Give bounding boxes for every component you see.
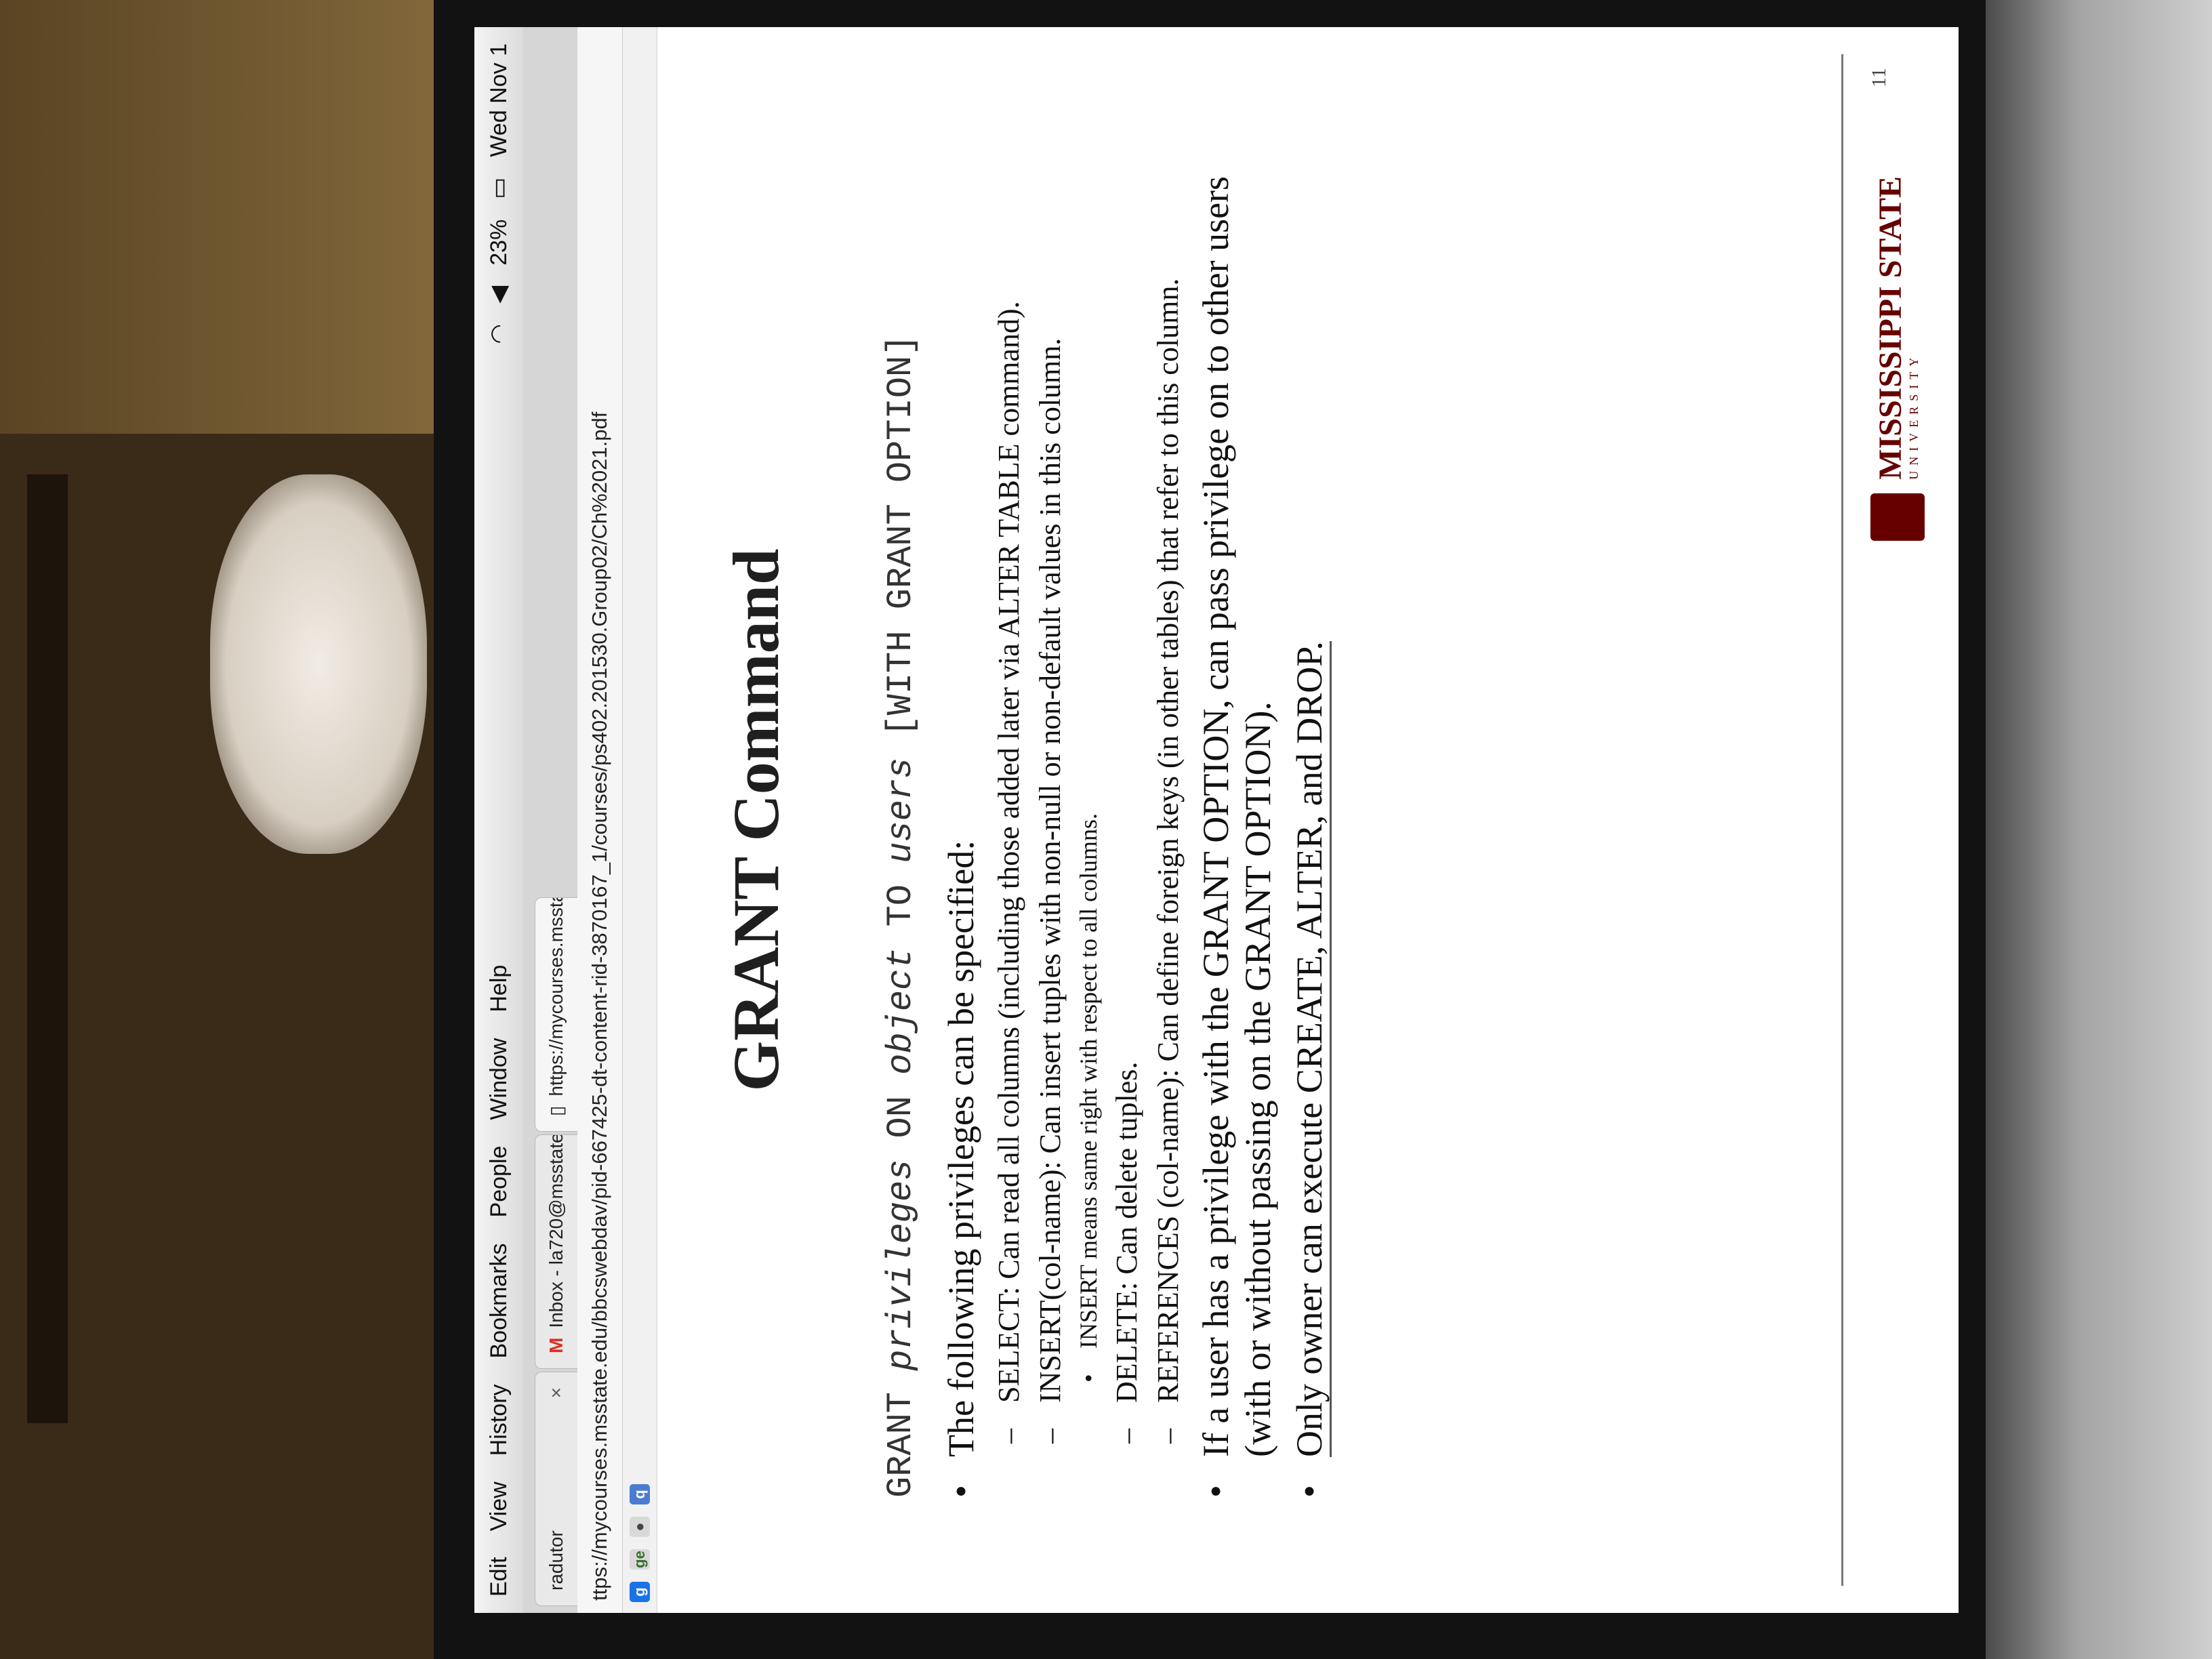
tab-label: https://mycourses.msstate (546, 897, 567, 1097)
menu-view[interactable]: View (486, 1481, 512, 1531)
address-bar[interactable]: ttps://mycourses.msstate.edu/bbcswebdav/… (577, 27, 623, 1613)
page-number: 11 (1868, 68, 1890, 87)
syntax-object: object (881, 947, 921, 1075)
bookmark-g-icon[interactable]: g (630, 1582, 650, 1602)
tab-inbox[interactable]: M Inbox - la720@msstate.ed × (535, 1134, 577, 1369)
tab-tradutor[interactable]: radutor × (535, 1372, 577, 1606)
laptop-screen: Edit View History Bookmarks People Windo… (474, 27, 1959, 1613)
pdf-slide: GRANT Command GRANT privileges ON object… (657, 27, 1959, 1613)
menu-edit[interactable]: Edit (486, 1557, 512, 1597)
clock[interactable]: Wed Nov 1 (486, 43, 512, 157)
picture-frame (27, 474, 68, 1423)
footer-divider (1841, 54, 1843, 1586)
battery-percent[interactable]: 23% (486, 220, 512, 266)
syntax-privileges: privileges (881, 1159, 921, 1371)
bookmark-ge-icon[interactable]: ge (630, 1549, 650, 1570)
syntax-keyword: ON (881, 1074, 921, 1160)
sub-bullet-insert: INSERT(col-name): Can insert tuples with… (1033, 142, 1067, 1498)
logo-text: MISSISSIPPI STATE (1872, 176, 1908, 480)
tab-mycourses[interactable]: ▯ https://mycourses.msstate × (535, 897, 577, 1132)
battery-icon: ▭ (486, 177, 512, 199)
bullet-owner: Only owner can execute CREATE, ALTER, an… (1288, 142, 1332, 1498)
laptop-keyboard (1986, 0, 2212, 1659)
bullet-privileges: The following privileges can be specifie… (940, 142, 982, 1498)
url-text[interactable]: ttps://mycourses.msstate.edu/bbcswebdav/… (588, 412, 612, 1601)
sub-bullet-delete: DELETE: Can delete tuples. (1109, 142, 1144, 1498)
plastic-bag (210, 474, 427, 854)
tab-label: radutor (546, 1530, 567, 1591)
msstate-badge-icon (1870, 493, 1925, 541)
status-area: ◠ ◀ 23% ▭ Wed Nov 1 (485, 43, 512, 344)
bookmark-gq-icon[interactable]: q (630, 1484, 650, 1504)
syntax-option: [WITH GRANT OPTION] (881, 334, 921, 758)
menu-bookmarks[interactable]: Bookmarks (486, 1243, 512, 1358)
grant-syntax: GRANT privileges ON object TO users [WIT… (881, 142, 921, 1498)
tab-bar: radutor × M Inbox - la720@msstate.ed × ▯… (523, 27, 577, 1613)
syntax-keyword: TO (881, 863, 921, 948)
volume-icon[interactable]: ◀ (485, 286, 512, 304)
wifi-icon[interactable]: ◠ (485, 324, 512, 344)
bookmarks-bar: g ge ● q (623, 27, 657, 1613)
syntax-users: users (881, 757, 921, 863)
close-icon[interactable]: × (546, 1387, 567, 1398)
sub-sub-bullet-insert-note: INSERT means same right with respect to … (1074, 142, 1103, 1498)
sub-bullet-select: SELECT: Can read all columns (including … (991, 142, 1026, 1498)
menu-history[interactable]: History (486, 1385, 512, 1456)
slide-title: GRANT Command (720, 548, 792, 1092)
sub-bullet-references: REFERENCES (col-name): Can define foreig… (1151, 142, 1185, 1498)
bullet-grant-option: If a user has a privilege with the GRANT… (1195, 142, 1279, 1498)
syntax-keyword: GRANT (881, 1370, 921, 1498)
msstate-logo: MISSISSIPPI STATE UNIVERSITY (1870, 176, 1925, 541)
menu-people[interactable]: People (486, 1146, 512, 1218)
slide-body: GRANT privileges ON object TO users [WIT… (881, 142, 1340, 1498)
tab-label: Inbox - la720@msstate.ed (546, 1134, 567, 1328)
mac-menubar: Edit View History Bookmarks People Windo… (474, 27, 523, 1613)
gmail-icon: M (546, 1337, 567, 1353)
logo-subtext: UNIVERSITY (1906, 352, 1921, 480)
bullet-owner-text: Only owner can execute CREATE, ALTER, an… (1289, 641, 1332, 1457)
document-icon: ▯ (546, 1105, 567, 1116)
menu-help[interactable]: Help (486, 965, 512, 1012)
bookmark-apple-icon[interactable]: ● (630, 1517, 650, 1537)
menu-window[interactable]: Window (486, 1038, 512, 1120)
